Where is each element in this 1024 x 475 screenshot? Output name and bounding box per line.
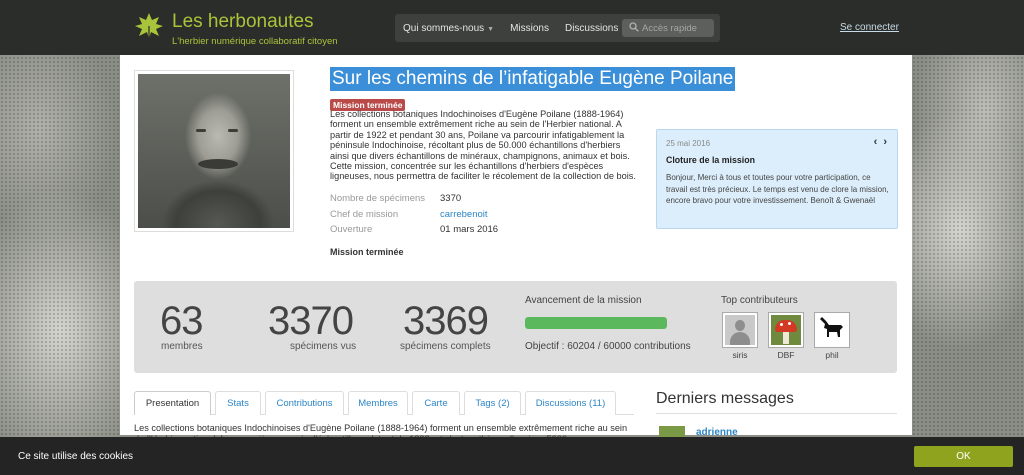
- chevron-left-icon[interactable]: ‹: [874, 136, 878, 148]
- mission-photo: [134, 70, 294, 232]
- tab-map[interactable]: Carte: [412, 391, 460, 415]
- contributor-phil[interactable]: phil: [814, 312, 850, 360]
- contributor-dbf[interactable]: DBF: [768, 312, 804, 360]
- search-icon: [629, 22, 639, 32]
- contributor-name: phil: [825, 350, 839, 360]
- specimens-complete-label: spécimens complets: [400, 341, 491, 352]
- meta-value: 01 mars 2016: [440, 224, 499, 235]
- portrait-mustache: [198, 159, 238, 169]
- quick-search-input[interactable]: [642, 21, 710, 35]
- nav-item-missions[interactable]: Missions: [502, 23, 557, 34]
- mission-tabs: Presentation Stats Contributions Membres…: [134, 391, 634, 415]
- specimens-seen-count: 3370: [268, 299, 354, 343]
- portrait-image: [138, 74, 290, 228]
- mission-description: Les collections botaniques Indochinoises…: [330, 109, 636, 182]
- nav-item-discussions[interactable]: Discussions: [557, 23, 626, 34]
- tab-discussions[interactable]: Discussions (11): [525, 391, 616, 415]
- progress-title: Avancement de la mission: [525, 295, 642, 306]
- news-nav: ‹ ›: [868, 136, 887, 148]
- nav-item-label: Qui sommes-nous: [403, 22, 485, 34]
- contributor-siris[interactable]: siris: [722, 312, 758, 360]
- specimens-seen-label: spécimens vus: [290, 341, 357, 352]
- site-name[interactable]: Les herbonautes: [172, 11, 314, 33]
- caret-down-icon: ▼: [487, 25, 495, 33]
- contributor-name: DBF: [777, 350, 795, 360]
- mission-title: Sur les chemins de l’infatigable Eugène …: [330, 67, 736, 91]
- avatar[interactable]: [814, 312, 850, 348]
- portrait-eye: [196, 129, 206, 132]
- avatar[interactable]: [722, 312, 758, 348]
- site-tagline: L'herbier numérique collaboratif citoyen: [172, 36, 338, 47]
- meta-value: 3370: [440, 193, 462, 204]
- news-box: 25 mai 2016 ‹ › Cloture de la mission Bon…: [656, 129, 898, 229]
- divider: [656, 413, 897, 414]
- progress-fill: [525, 317, 667, 329]
- news-date: 25 mai 2016: [666, 139, 711, 148]
- tab-tags[interactable]: Tags (2): [464, 391, 521, 415]
- goat-avatar-icon: [817, 315, 847, 345]
- quick-search-box: [622, 19, 714, 37]
- portrait-eye: [228, 129, 238, 132]
- progress-bar: [525, 317, 667, 329]
- news-title: Cloture de la mission: [666, 155, 755, 165]
- members-count: 63: [160, 299, 203, 343]
- meta-label: Chef de mission: [330, 209, 399, 220]
- default-user-avatar-icon: [725, 315, 755, 345]
- avatar[interactable]: [768, 312, 804, 348]
- meta-label: Ouverture: [330, 224, 373, 235]
- leaf-logo-icon[interactable]: [134, 11, 164, 41]
- progress-objective: Objectif : 60204 / 60000 contributions: [525, 341, 691, 352]
- members-label: membres: [161, 341, 203, 352]
- mission-leader-link[interactable]: carrebenoit: [440, 209, 488, 220]
- login-link[interactable]: Se connecter: [840, 22, 899, 33]
- tab-contributions[interactable]: Contributions: [265, 391, 344, 415]
- cookie-ok-button[interactable]: OK: [914, 446, 1013, 467]
- latest-messages-title: Derniers messages: [656, 390, 794, 407]
- top-header: Les herbonautes L'herbier numérique coll…: [0, 0, 1024, 55]
- specimens-complete-count: 3369: [403, 299, 489, 343]
- nav-item-about[interactable]: Qui sommes-nous ▼: [395, 23, 502, 34]
- cookie-text: Ce site utilise des cookies: [18, 451, 134, 462]
- news-text: Bonjour, Merci à tous et toutes pour vot…: [666, 173, 889, 205]
- mushroom-avatar-icon: [771, 315, 801, 345]
- goat-icon: [820, 317, 843, 337]
- tab-presentation[interactable]: Presentation: [134, 391, 211, 415]
- meta-label: Nombre de spécimens: [330, 193, 426, 204]
- tab-members[interactable]: Membres: [348, 391, 408, 415]
- mission-ended-label: Mission terminée: [330, 247, 404, 257]
- contributor-name: siris: [732, 350, 748, 360]
- tab-stats[interactable]: Stats: [215, 391, 261, 415]
- chevron-right-icon[interactable]: ›: [883, 136, 887, 148]
- top-contributors-title: Top contributeurs: [721, 295, 798, 306]
- cookie-banner: Ce site utilise des cookies OK: [0, 437, 1024, 475]
